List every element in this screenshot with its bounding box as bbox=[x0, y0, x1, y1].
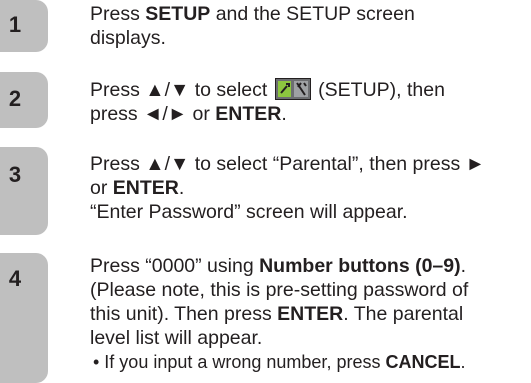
step-number-tab: 1 bbox=[0, 0, 48, 52]
step-line: Press SETUP and the SETUP screen bbox=[90, 2, 531, 26]
text-run: . bbox=[460, 352, 466, 372]
text-run: . The parental bbox=[343, 303, 464, 325]
step-text: Press “0000” using Number buttons (0–9).… bbox=[90, 254, 531, 374]
step-number: 3 bbox=[8, 162, 22, 187]
step-number: 2 bbox=[8, 86, 22, 111]
step-line: level list will appear. bbox=[90, 327, 263, 349]
step-line: displays. bbox=[90, 27, 166, 49]
text-run: . bbox=[460, 255, 467, 277]
step-text: Press ▲/▼ to select “Parental”, then pre… bbox=[90, 152, 531, 224]
step-text: Press ▲/▼ to select (SETUP), then press … bbox=[90, 78, 531, 126]
step-line: Press ▲/▼ to select “Parental”, then pre… bbox=[90, 153, 485, 175]
text-run: or bbox=[90, 177, 113, 199]
step-line: “Enter Password” screen will appear. bbox=[90, 201, 408, 223]
text-run: press ◄/► or bbox=[90, 103, 216, 125]
text-run: • If you input a wrong number, press bbox=[93, 352, 386, 372]
text-run: Press ▲/▼ to select bbox=[90, 79, 273, 101]
enter-keyword: ENTER bbox=[215, 103, 282, 125]
bullet-note: • If you input a wrong number, press CAN… bbox=[90, 350, 531, 374]
number-buttons-keyword: Number buttons (0–9) bbox=[259, 255, 461, 277]
text-run: . bbox=[281, 103, 287, 125]
text-run: . bbox=[178, 177, 185, 199]
text-run: this unit). Then press bbox=[90, 303, 278, 325]
step-line: Press ▲/▼ to select (SETUP), then bbox=[90, 78, 531, 102]
text-run: (SETUP), then bbox=[312, 79, 445, 101]
step-number-tab: 2 bbox=[0, 72, 48, 128]
step-number: 1 bbox=[8, 12, 22, 37]
step-number-tab: 3 bbox=[0, 147, 48, 235]
enter-keyword: ENTER bbox=[277, 303, 344, 325]
text-run: and the SETUP screen bbox=[210, 3, 415, 25]
step-line: this unit). Then press ENTER. The parent… bbox=[90, 302, 531, 326]
text-run: Press bbox=[90, 3, 146, 25]
enter-keyword: ENTER bbox=[112, 177, 179, 199]
step-line: or ENTER. bbox=[90, 176, 531, 200]
text-run: Press “0000” using bbox=[90, 255, 260, 277]
setup-keyword: SETUP bbox=[145, 3, 211, 25]
setup-wrench-screwdriver-icon bbox=[274, 78, 311, 100]
step-number-tab: 4 bbox=[0, 253, 48, 383]
step-number: 4 bbox=[8, 266, 22, 291]
step-line: (Please note, this is pre-setting passwo… bbox=[90, 279, 469, 301]
cancel-keyword: CANCEL bbox=[385, 352, 461, 372]
step-line: Press “0000” using Number buttons (0–9). bbox=[90, 254, 531, 278]
step-text: Press SETUP and the SETUP screen display… bbox=[90, 2, 531, 50]
step-line: press ◄/► or ENTER. bbox=[90, 102, 531, 126]
